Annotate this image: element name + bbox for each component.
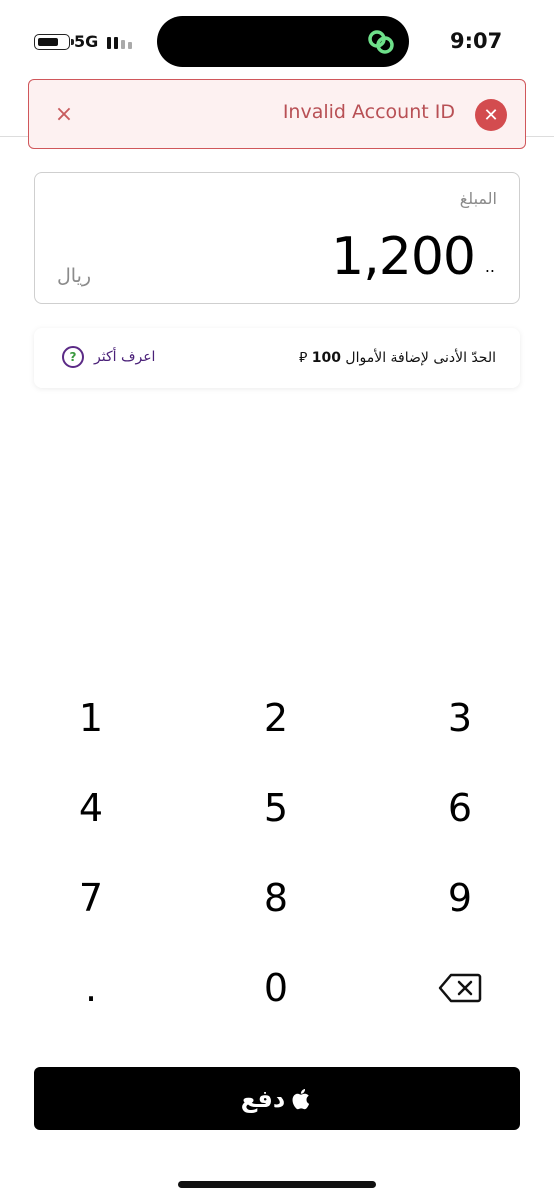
link-rings-icon bbox=[368, 30, 394, 54]
learn-more-label: اعرف أكثر bbox=[94, 349, 156, 365]
key-6[interactable]: 6 bbox=[400, 773, 520, 843]
divider bbox=[526, 136, 554, 137]
key-9[interactable]: 9 bbox=[400, 863, 520, 933]
apple-pay-button[interactable]: دفع bbox=[34, 1067, 520, 1130]
close-icon[interactable]: × bbox=[51, 100, 77, 128]
key-0[interactable]: 0 bbox=[216, 953, 336, 1023]
error-toast: × Invalid Account ID ✕ bbox=[28, 79, 526, 149]
network-type: 5G bbox=[74, 32, 99, 51]
key-8[interactable]: 8 bbox=[216, 863, 336, 933]
currency-unit: ريال bbox=[57, 265, 92, 287]
currency-mark: .. bbox=[484, 257, 495, 276]
key-decimal[interactable]: . bbox=[31, 953, 151, 1023]
signal-icon bbox=[107, 35, 132, 49]
minimum-amount-value: 100 bbox=[311, 350, 341, 366]
key-5[interactable]: 5 bbox=[216, 773, 336, 843]
dynamic-island bbox=[157, 16, 409, 67]
amount-label: المبلغ bbox=[459, 189, 497, 208]
clock: 9:07 bbox=[450, 29, 503, 53]
riyal-symbol-icon: ⃁ bbox=[298, 350, 308, 366]
error-message: Invalid Account ID bbox=[282, 101, 455, 123]
key-1[interactable]: 1 bbox=[31, 683, 151, 753]
learn-more-link[interactable]: ? اعرف أكثر bbox=[62, 346, 155, 368]
status-bar: 5G 9:07 bbox=[0, 0, 554, 80]
battery-icon bbox=[34, 34, 74, 50]
amount-value: 1,200 bbox=[331, 227, 476, 287]
key-3[interactable]: 3 bbox=[400, 683, 520, 753]
error-icon: ✕ bbox=[475, 99, 507, 131]
apple-logo-icon bbox=[292, 1088, 310, 1109]
amount-field[interactable]: المبلغ 1,200 .. ريال bbox=[34, 172, 520, 304]
key-2[interactable]: 2 bbox=[216, 683, 336, 753]
minimum-amount-text: الحدّ الأدنى لإضافة الأموال 100 ⃁ bbox=[299, 348, 496, 366]
home-indicator bbox=[178, 1181, 376, 1188]
backspace-button[interactable] bbox=[400, 953, 520, 1023]
question-icon: ? bbox=[62, 346, 84, 368]
divider bbox=[0, 136, 28, 137]
pay-label: دفع bbox=[240, 1084, 286, 1113]
key-4[interactable]: 4 bbox=[31, 773, 151, 843]
minimum-amount-label: الحدّ الأدنى لإضافة الأموال bbox=[345, 350, 496, 366]
key-7[interactable]: 7 bbox=[31, 863, 151, 933]
backspace-icon bbox=[438, 973, 482, 1003]
minimum-amount-card: الحدّ الأدنى لإضافة الأموال 100 ⃁ ? اعرف… bbox=[34, 328, 520, 388]
